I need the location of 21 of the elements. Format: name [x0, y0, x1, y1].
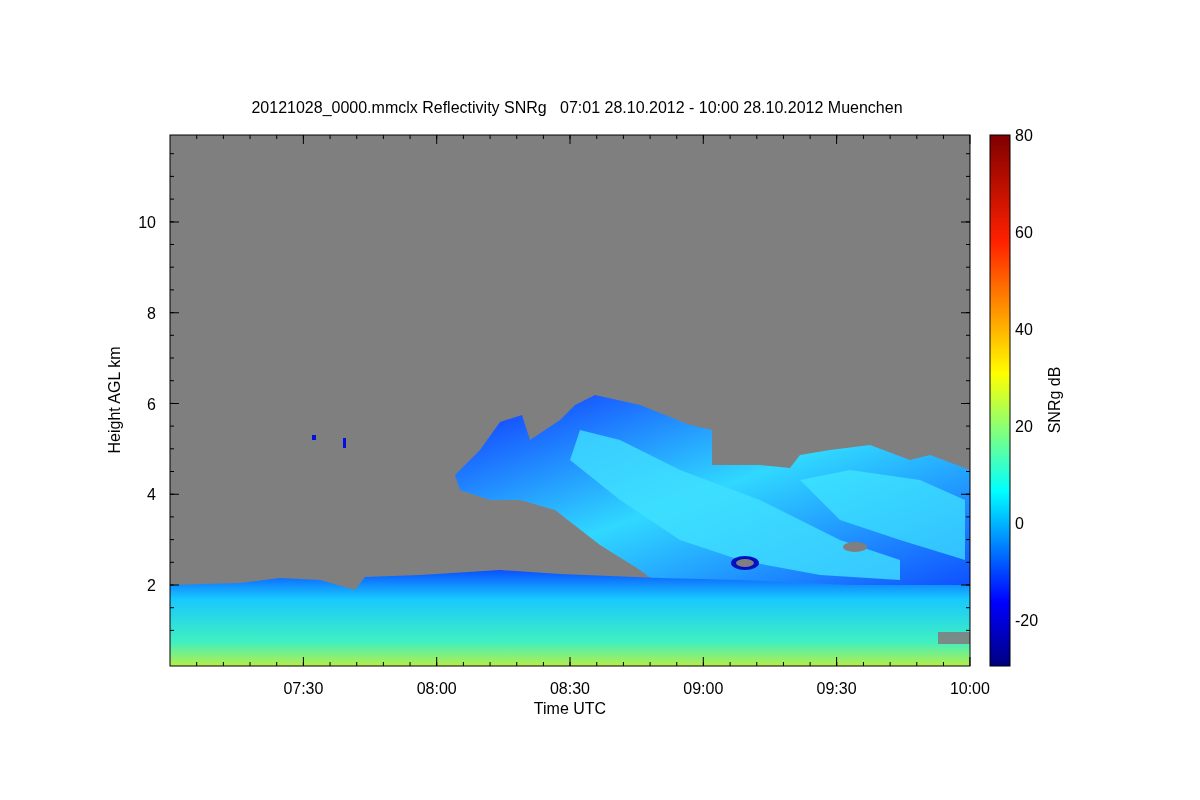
x-tick-label: 08:30	[550, 680, 590, 697]
x-tick-label: 09:30	[816, 680, 857, 697]
colorbar-tick-label: 60	[1015, 224, 1033, 241]
plot-title: 20121028_0000.mmclx Reflectivity SNRg 07:01 28.10.2012 - 10:00 28.10.2012 Muenchen	[251, 99, 903, 116]
colorbar-tick-label: 40	[1015, 321, 1033, 338]
y-tick-label: 10	[138, 214, 156, 231]
colorbar-label: SNRg dB	[1046, 366, 1063, 434]
colorbar-tick-label: 0	[1015, 515, 1024, 532]
x-tick-label: 10:00	[949, 680, 990, 697]
y-tick-label: 6	[147, 395, 156, 413]
x-tick-label: 08:00	[416, 680, 457, 697]
colorbar-tick-label: 80	[1015, 127, 1033, 144]
y-tick-label: 4	[147, 486, 156, 504]
x-tick-label: 07:30	[283, 680, 324, 697]
colorbar-tick-label: -20	[1015, 612, 1039, 629]
y-tick-label: 2	[147, 577, 156, 594]
y-axis-label: Height AGL km	[106, 346, 123, 454]
x-axis-label: Time UTC	[533, 700, 607, 717]
y-tick-label: 8	[147, 304, 156, 322]
x-tick-label: 09:00	[683, 680, 724, 697]
colorbar-tick-label: 20	[1015, 418, 1033, 435]
